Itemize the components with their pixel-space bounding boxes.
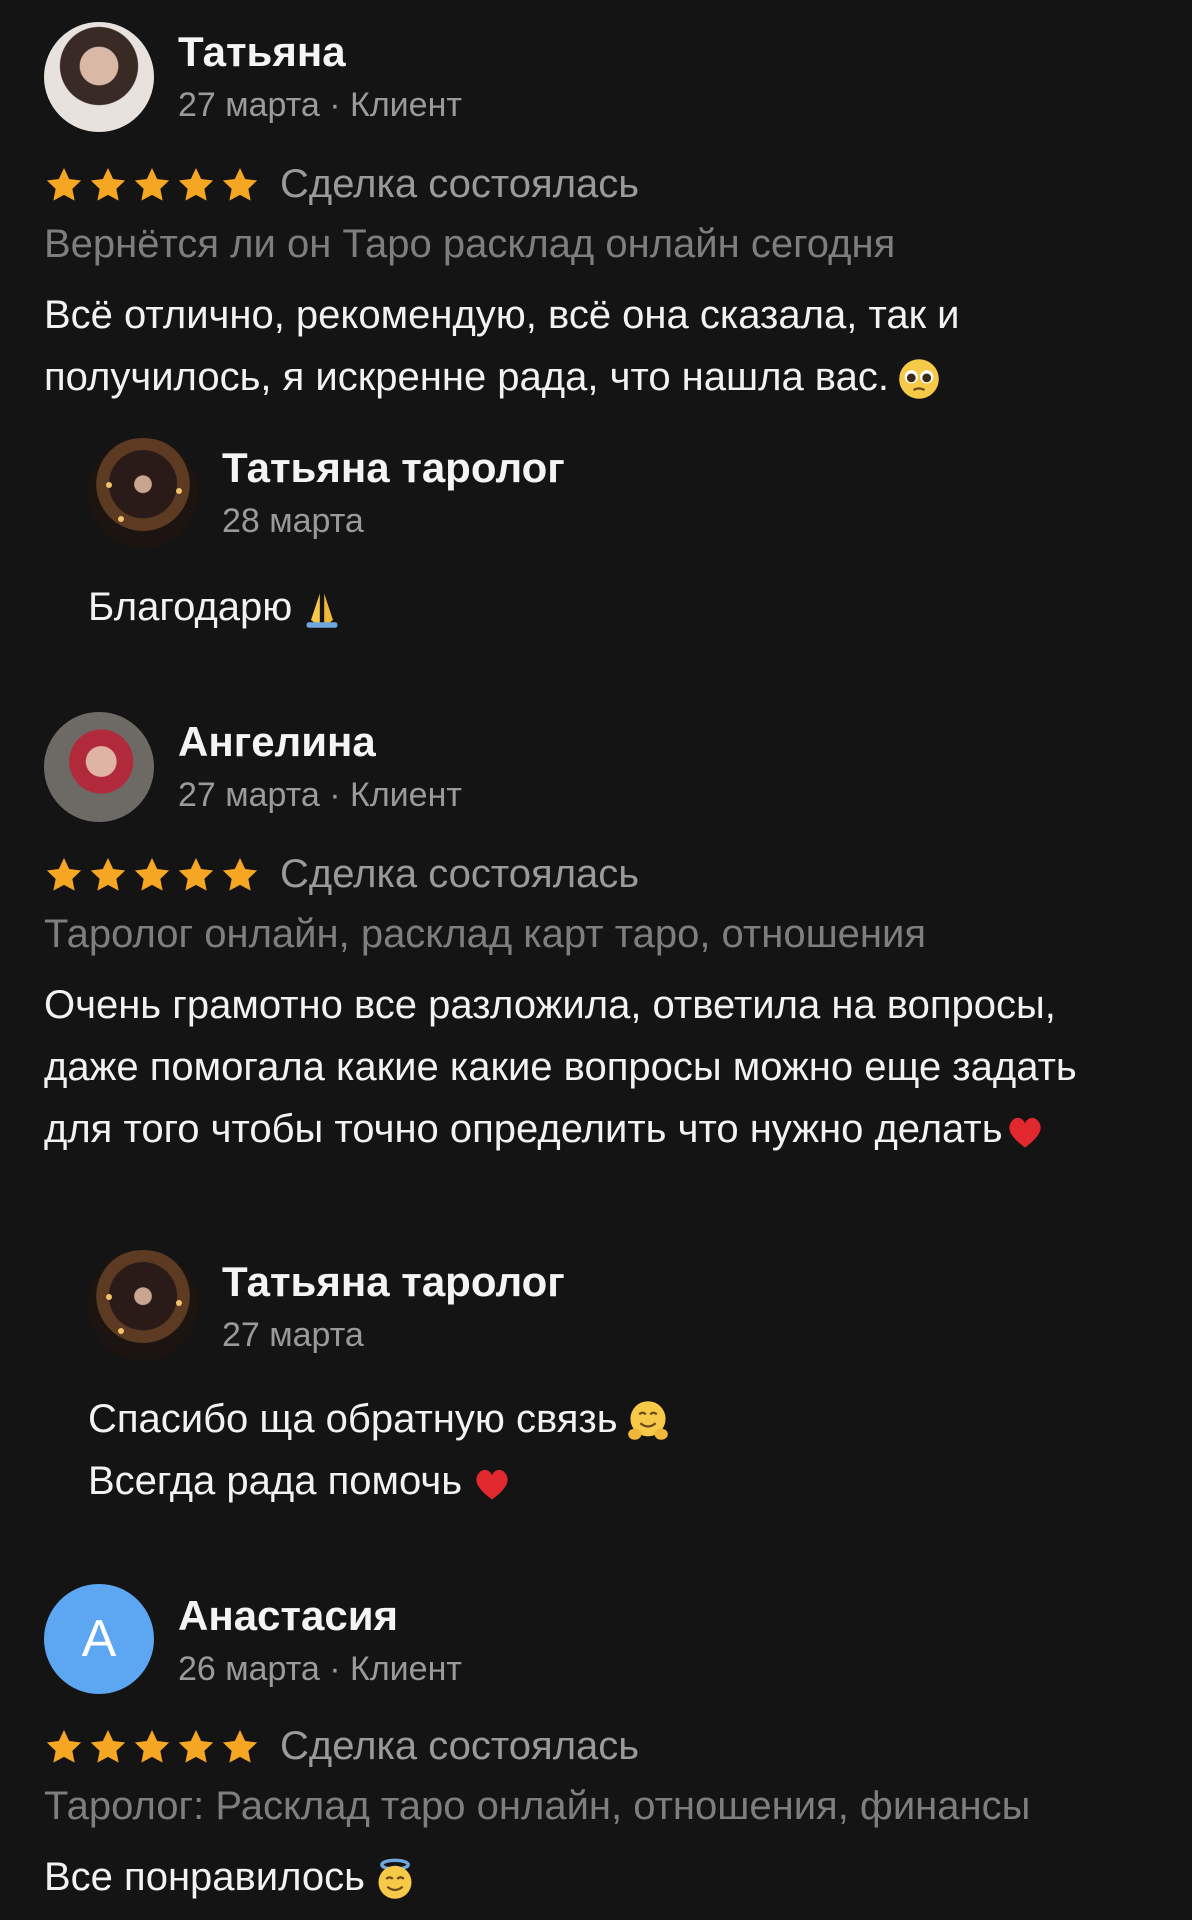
review-topic[interactable]: Таролог: Расклад таро онлайн, отношения,… [44, 1784, 1030, 1829]
reply-avatar[interactable] [88, 438, 198, 548]
star-icon [44, 1727, 84, 1767]
review-text: Всё отлично, рекомендую, всё она сказала… [44, 284, 1154, 408]
smiling-face-with-halo-emoji-icon [378, 1859, 412, 1900]
star-icon [132, 855, 172, 895]
review-meta: 26 марта · Клиент [178, 1650, 462, 1688]
reply-line: Всегда рада помочь [88, 1450, 1148, 1512]
reply-author[interactable]: Татьяна таролог [222, 1258, 565, 1306]
review-text-content: Всё отлично, рекомендую, всё она сказала… [44, 293, 960, 399]
red-heart-emoji-icon [476, 1470, 508, 1500]
star-icon [44, 855, 84, 895]
star-icon [88, 855, 128, 895]
rating-stars [44, 855, 260, 895]
reply-text-content: Благодарю [88, 585, 293, 629]
rating-stars [44, 165, 260, 205]
deal-status: Сделка состоялась [280, 162, 640, 206]
rating-stars [44, 1727, 260, 1767]
review-text: Очень грамотно все разложила, ответила н… [44, 974, 1144, 1160]
reply-line: Спасибо ща обратную связь [88, 1388, 1148, 1450]
star-icon [176, 1727, 216, 1767]
reply-avatar[interactable] [88, 1250, 198, 1360]
reply-text: Благодарю [88, 576, 1148, 638]
reply-line-text: Спасибо ща обратную связь [88, 1397, 618, 1441]
rating-row: Сделка состоялась [44, 162, 639, 207]
review-author[interactable]: Татьяна [178, 28, 346, 76]
star-icon [176, 855, 216, 895]
star-icon [220, 1727, 260, 1767]
review-topic[interactable]: Таролог онлайн, расклад карт таро, отнош… [44, 912, 926, 957]
avatar[interactable] [44, 712, 154, 822]
review-text-content: Очень грамотно все разложила, ответила н… [44, 983, 1077, 1151]
hugging-face-emoji-icon [627, 1401, 668, 1441]
reply-author[interactable]: Татьяна таролог [222, 444, 565, 492]
star-icon [88, 165, 128, 205]
reply-text: Спасибо ща обратную связь Всегда рада по… [88, 1388, 1148, 1512]
review-author[interactable]: Анастасия [178, 1592, 398, 1640]
avatar[interactable] [44, 22, 154, 132]
deal-status: Сделка состоялась [280, 1724, 640, 1768]
star-icon [132, 1727, 172, 1767]
star-icon [220, 855, 260, 895]
review-meta: 27 марта · Клиент [178, 776, 462, 814]
star-icon [132, 165, 172, 205]
review-text-content: Все понравилось [44, 1855, 365, 1899]
review-meta: 27 марта · Клиент [178, 86, 462, 124]
star-icon [220, 165, 260, 205]
reply-date: 28 марта [222, 502, 364, 540]
review-text: Все понравилось [44, 1846, 1154, 1908]
star-icon [88, 1727, 128, 1767]
deal-status: Сделка состоялась [280, 852, 640, 896]
praying-hands-emoji-icon [306, 594, 338, 629]
star-icon [176, 165, 216, 205]
reply-date: 27 марта [222, 1316, 364, 1354]
review-topic[interactable]: Вернётся ли он Таро расклад онлайн сегод… [44, 222, 895, 267]
red-heart-emoji-icon [1008, 1118, 1041, 1148]
rating-row: Сделка состоялась [44, 1724, 639, 1769]
reply-line-text: Всегда рада помочь [88, 1459, 463, 1503]
rating-row: Сделка состоялась [44, 852, 639, 897]
star-icon [44, 165, 84, 205]
review-author[interactable]: Ангелина [178, 718, 376, 766]
avatar[interactable]: А [44, 1584, 154, 1694]
pleading-face-emoji-icon [899, 359, 939, 400]
